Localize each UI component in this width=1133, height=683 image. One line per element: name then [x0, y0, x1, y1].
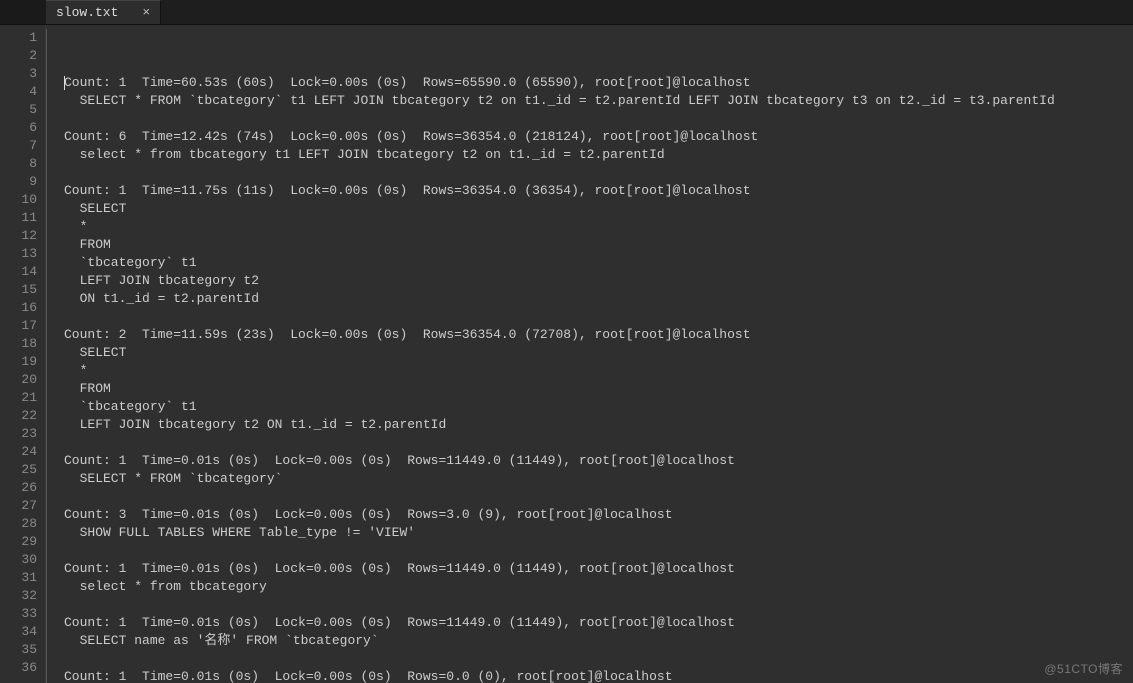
code-line[interactable]: SELECT * FROM `tbcategory` t1 LEFT JOIN …: [52, 92, 1133, 110]
code-line[interactable]: Count: 3 Time=0.01s (0s) Lock=0.00s (0s)…: [52, 506, 1133, 524]
line-number: 19: [0, 353, 37, 371]
tab-title: slow.txt: [56, 5, 118, 20]
editor: 1234567891011121314151617181920212223242…: [0, 25, 1133, 683]
line-number: 27: [0, 497, 37, 515]
code-line[interactable]: `tbcategory` t1: [52, 254, 1133, 272]
line-number-gutter: 1234567891011121314151617181920212223242…: [0, 25, 46, 683]
line-number: 8: [0, 155, 37, 173]
line-number: 14: [0, 263, 37, 281]
line-number: 7: [0, 137, 37, 155]
line-number: 3: [0, 65, 37, 83]
code-line[interactable]: Count: 6 Time=12.42s (74s) Lock=0.00s (0…: [52, 128, 1133, 146]
code-line[interactable]: SELECT name as '名称' FROM `tbcategory`: [52, 632, 1133, 650]
line-number: 24: [0, 443, 37, 461]
code-line[interactable]: [52, 650, 1133, 668]
line-number: 22: [0, 407, 37, 425]
code-line[interactable]: Count: 1 Time=11.75s (11s) Lock=0.00s (0…: [52, 182, 1133, 200]
code-line[interactable]: FROM: [52, 236, 1133, 254]
code-line[interactable]: LEFT JOIN tbcategory t2 ON t1._id = t2.p…: [52, 416, 1133, 434]
code-line[interactable]: Count: 1 Time=0.01s (0s) Lock=0.00s (0s)…: [52, 614, 1133, 632]
code-line[interactable]: [52, 308, 1133, 326]
code-area[interactable]: Count: 1 Time=60.53s (60s) Lock=0.00s (0…: [46, 25, 1133, 683]
line-number: 18: [0, 335, 37, 353]
code-line[interactable]: FROM: [52, 380, 1133, 398]
close-icon[interactable]: ×: [142, 5, 150, 20]
code-line[interactable]: *: [52, 362, 1133, 380]
text-cursor: [64, 76, 65, 90]
line-number: 17: [0, 317, 37, 335]
line-number: 30: [0, 551, 37, 569]
code-line[interactable]: [52, 434, 1133, 452]
line-number: 28: [0, 515, 37, 533]
code-line[interactable]: LEFT JOIN tbcategory t2: [52, 272, 1133, 290]
code-line[interactable]: `tbcategory` t1: [52, 398, 1133, 416]
line-number: 34: [0, 623, 37, 641]
line-number: 23: [0, 425, 37, 443]
code-line[interactable]: Count: 1 Time=0.01s (0s) Lock=0.00s (0s)…: [52, 452, 1133, 470]
fold-guide: [46, 29, 47, 683]
line-number: 21: [0, 389, 37, 407]
code-line[interactable]: select * from tbcategory t1 LEFT JOIN tb…: [52, 146, 1133, 164]
code-line[interactable]: SELECT * FROM `tbcategory`: [52, 470, 1133, 488]
line-number: 4: [0, 83, 37, 101]
code-line[interactable]: [52, 542, 1133, 560]
code-line[interactable]: SHOW FULL TABLES WHERE Table_type != 'VI…: [52, 524, 1133, 542]
line-number: 15: [0, 281, 37, 299]
line-number: 31: [0, 569, 37, 587]
tab-gutter-spacer: [0, 0, 46, 24]
line-number: 11: [0, 209, 37, 227]
line-number: 13: [0, 245, 37, 263]
code-line[interactable]: [52, 596, 1133, 614]
code-line[interactable]: SELECT: [52, 344, 1133, 362]
line-number: 35: [0, 641, 37, 659]
line-number: 2: [0, 47, 37, 65]
code-line[interactable]: Count: 1 Time=0.01s (0s) Lock=0.00s (0s)…: [52, 668, 1133, 683]
code-line[interactable]: select * from tbcategory: [52, 578, 1133, 596]
line-number: 9: [0, 173, 37, 191]
line-number: 1: [0, 29, 37, 47]
line-number: 5: [0, 101, 37, 119]
code-line[interactable]: Count: 2 Time=11.59s (23s) Lock=0.00s (0…: [52, 326, 1133, 344]
line-number: 36: [0, 659, 37, 677]
line-number: 12: [0, 227, 37, 245]
code-line[interactable]: ON t1._id = t2.parentId: [52, 290, 1133, 308]
line-number: 25: [0, 461, 37, 479]
line-number: 33: [0, 605, 37, 623]
tab-bar: slow.txt ×: [0, 0, 1133, 25]
line-number: 6: [0, 119, 37, 137]
code-line[interactable]: [52, 164, 1133, 182]
line-number: 16: [0, 299, 37, 317]
code-line[interactable]: [52, 110, 1133, 128]
watermark: @51CTO博客: [1044, 660, 1123, 677]
code-line[interactable]: Count: 1 Time=60.53s (60s) Lock=0.00s (0…: [52, 74, 1133, 92]
line-number: 32: [0, 587, 37, 605]
file-tab-slow-txt[interactable]: slow.txt ×: [46, 0, 161, 24]
line-number: 26: [0, 479, 37, 497]
line-number: 29: [0, 533, 37, 551]
line-number: 10: [0, 191, 37, 209]
code-line[interactable]: [52, 488, 1133, 506]
code-line[interactable]: Count: 1 Time=0.01s (0s) Lock=0.00s (0s)…: [52, 560, 1133, 578]
code-line[interactable]: *: [52, 218, 1133, 236]
code-line[interactable]: SELECT: [52, 200, 1133, 218]
line-number: 20: [0, 371, 37, 389]
